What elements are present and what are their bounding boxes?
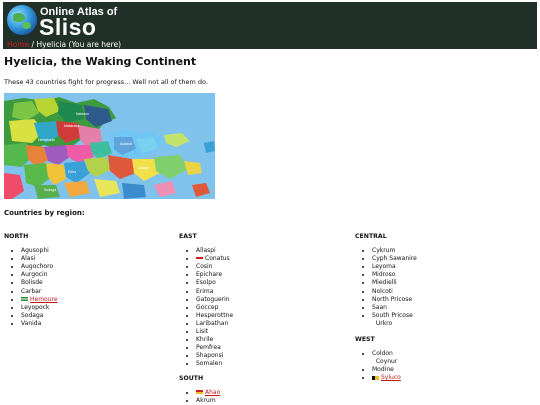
flag-icon: [372, 375, 379, 380]
country-item: Coldon: [372, 350, 505, 358]
country-item: Cyph Sawanire: [372, 255, 505, 263]
country-item: Coynur: [375, 358, 398, 366]
region-central: CENTRAL Cykrum Cyph Sawanire Leyoma Midr…: [355, 233, 505, 383]
country-link-hemoure[interactable]: Hemoure: [30, 296, 58, 303]
intro-text: These 43 countries fight for progress...…: [4, 78, 208, 86]
country-item: Agusophi: [21, 247, 154, 255]
continent-map[interactable]: Nalwaru Hemstrade Mistaraka Aulandi Erih…: [4, 93, 215, 199]
country-item: Pemfrea: [196, 344, 329, 352]
flag-icon: [196, 256, 203, 261]
map-label: Dolaga: [138, 166, 149, 170]
regions-heading: Countries by region:: [4, 209, 85, 217]
country-item: Esolpo: [196, 279, 329, 287]
map-label: Eriha: [68, 170, 76, 174]
country-item-linked: Hemoure: [21, 296, 154, 304]
page-title: Hyelicia, the Waking Continent: [4, 55, 197, 68]
breadcrumb: Home / Hyelicia (You are here): [7, 40, 121, 49]
map-label: Nalwaru: [76, 112, 89, 116]
continent-map-image: Nalwaru Hemstrade Mistaraka Aulandi Erih…: [4, 93, 215, 199]
site-header: Online Atlas of Sliso Home / Hyelicia (Y…: [3, 2, 537, 49]
country-item: Leyoma: [372, 263, 505, 271]
country-item: Shaponsi: [196, 352, 329, 360]
country-item: Conatus: [196, 255, 329, 263]
country-item: Aurgocin: [21, 271, 154, 279]
region-title-east: EAST: [179, 233, 197, 240]
country-item: Hesperottne: [196, 312, 329, 320]
country-item: Urkro: [375, 319, 393, 327]
region-title-north: NORTH: [4, 233, 29, 240]
country-item: Lisit: [196, 328, 329, 336]
breadcrumb-separator: /: [31, 40, 35, 49]
country-item-linked: Syluco: [372, 374, 505, 382]
country-item: Laribathan: [196, 320, 329, 328]
country-item: South Pricose: [372, 312, 505, 320]
country-item: Vanida: [21, 320, 154, 328]
country-item: Nolcoti: [372, 288, 505, 296]
country-item: Allaspi: [196, 247, 329, 255]
country-item: Cykrum: [372, 247, 505, 255]
map-label: Hemstrade: [38, 138, 55, 142]
flag-icon: [196, 390, 203, 395]
country-link-ahao[interactable]: Ahao: [205, 389, 220, 396]
country-item: Erima: [196, 288, 329, 296]
map-label: Mistaraka: [64, 124, 79, 128]
country-item: North Pricose: [372, 296, 505, 304]
country-item: Epichare: [196, 271, 329, 279]
region-east: EAST Allaspi Conatus Cosin Epichare Esol…: [179, 233, 329, 405]
country-item: Augochoro: [21, 263, 154, 271]
country-item-linked: Ahao: [196, 389, 329, 397]
site-title[interactable]: Sliso: [39, 14, 96, 41]
breadcrumb-current: Hyelicia (You are here): [36, 40, 122, 49]
country-item: Goccep: [196, 304, 329, 312]
region-north: NORTH Agusophi Alasi Augochoro Aurgocin …: [4, 233, 154, 328]
country-item: Bolisde: [21, 279, 154, 287]
country-item: Akrum: [196, 397, 329, 405]
country-item: Gatoguerin: [196, 296, 329, 304]
country-item: Khrile: [196, 336, 329, 344]
country-item: Alasi: [21, 255, 154, 263]
region-title-west: WEST: [355, 336, 375, 344]
country-item: Cosin: [196, 263, 329, 271]
country-item: Carbar: [21, 288, 154, 296]
map-label: Aulandi: [120, 142, 132, 146]
globe-logo-icon[interactable]: [7, 5, 37, 35]
country-item: Somalen: [196, 360, 329, 368]
flag-icon: [21, 297, 28, 302]
country-item: Modine: [372, 366, 505, 374]
country-item: Midroso: [372, 271, 505, 279]
country-item: Sodaga: [21, 312, 154, 320]
breadcrumb-home-link[interactable]: Home: [7, 40, 29, 49]
country-item: Miedielli: [372, 279, 505, 287]
country-item: Saan: [372, 304, 505, 312]
map-label: Sodaga: [44, 188, 56, 192]
region-title-central: CENTRAL: [355, 233, 387, 240]
country-link-syluco[interactable]: Syluco: [381, 374, 401, 381]
region-title-south: SOUTH: [179, 374, 204, 382]
country-item: Leyopock: [21, 304, 154, 312]
